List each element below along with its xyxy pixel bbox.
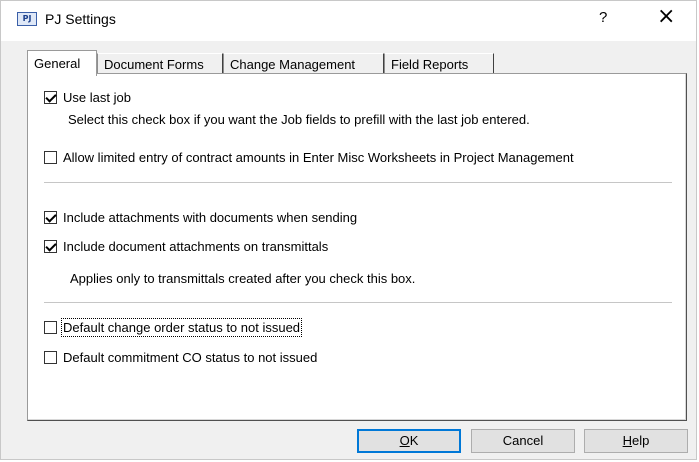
cancel-button[interactable]: Cancel <box>471 429 575 453</box>
transmittal-note: Applies only to transmittals created aft… <box>70 271 416 286</box>
panel-body: Use last job Select this check box if yo… <box>28 74 686 420</box>
title-bar: PJ PJ Settings ? × <box>1 1 696 41</box>
transmittal-attachments-label: Include document attachments on transmit… <box>63 239 329 254</box>
change-order-status-label: Default change order status to not issue… <box>60 318 303 337</box>
pj-settings-dialog: PJ PJ Settings ? × General Document Form… <box>0 0 697 460</box>
help-accel: H <box>622 433 633 448</box>
close-icon[interactable]: × <box>657 4 675 29</box>
window-title: PJ Settings <box>45 11 116 27</box>
limited-entry-option[interactable]: Allow limited entry of contract amounts … <box>44 150 574 165</box>
change-order-status-checkbox[interactable] <box>44 321 57 334</box>
tab-field-reports[interactable]: Field Reports <box>384 53 494 75</box>
commitment-co-status-label: Default commitment CO status to not issu… <box>63 350 318 365</box>
include-attachments-label: Include attachments with documents when … <box>63 210 358 225</box>
use-last-job-label: Use last job <box>63 90 131 105</box>
change-order-status-option[interactable]: Default change order status to not issue… <box>44 318 303 337</box>
general-tab-panel: Use last job Select this check box if yo… <box>27 73 687 421</box>
transmittal-attachments-checkbox[interactable] <box>44 240 57 253</box>
tab-change-management[interactable]: Change Management <box>223 53 384 75</box>
help-rest: elp <box>632 433 650 448</box>
help-button[interactable]: Help <box>584 429 688 453</box>
use-last-job-option[interactable]: Use last job <box>44 90 131 105</box>
tab-document-forms[interactable]: Document Forms <box>97 53 223 75</box>
transmittal-attachments-option[interactable]: Include document attachments on transmit… <box>44 239 328 254</box>
use-last-job-note: Select this check box if you want the Jo… <box>68 112 530 127</box>
tab-general[interactable]: General <box>27 50 97 76</box>
ok-button[interactable]: OK <box>357 429 461 453</box>
limited-entry-label: Allow limited entry of contract amounts … <box>63 150 574 165</box>
app-icon: PJ <box>17 12 37 26</box>
use-last-job-checkbox[interactable] <box>44 91 57 104</box>
ok-rest: K <box>409 433 419 448</box>
include-attachments-checkbox[interactable] <box>44 211 57 224</box>
help-icon[interactable]: ? <box>599 9 607 26</box>
commitment-co-status-option[interactable]: Default commitment CO status to not issu… <box>44 350 317 365</box>
separator-2 <box>44 302 672 304</box>
limited-entry-checkbox[interactable] <box>44 151 57 164</box>
ok-accel: O <box>399 433 410 448</box>
include-attachments-option[interactable]: Include attachments with documents when … <box>44 210 357 225</box>
separator-1 <box>44 182 672 184</box>
commitment-co-status-checkbox[interactable] <box>44 351 57 364</box>
